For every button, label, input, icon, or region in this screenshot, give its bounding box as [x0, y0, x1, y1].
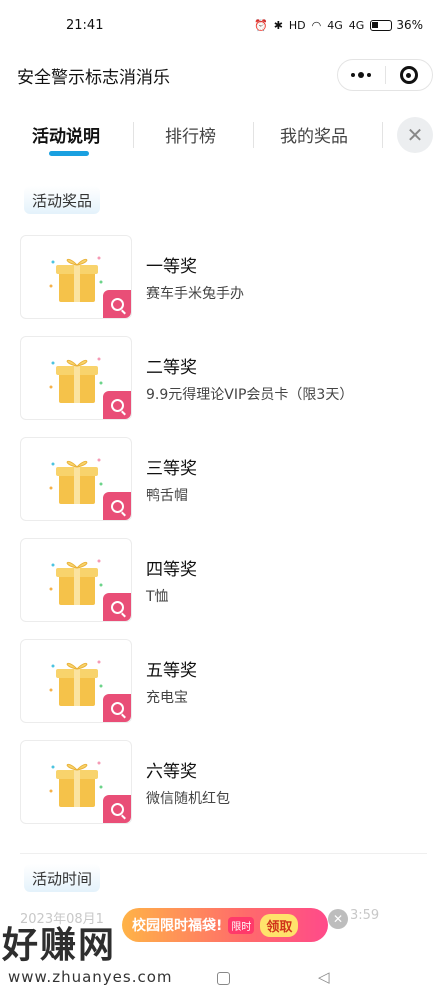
signal-2-label: 4G	[348, 18, 365, 32]
title-bar: 安全警示标志消消乐	[0, 50, 447, 100]
gift-box-icon	[49, 559, 103, 605]
prize-image[interactable]	[20, 235, 132, 319]
zoom-badge[interactable]	[103, 391, 131, 419]
prize-name: 鸭舌帽	[146, 487, 188, 504]
activity-time-end: 3:59	[350, 908, 380, 923]
status-icons: ⏰ ✱ HD ◠ 4G 4G 36%	[254, 18, 423, 32]
magnifier-icon	[110, 802, 124, 816]
close-button[interactable]: ✕	[397, 117, 433, 153]
signal-1-label: 4G	[327, 18, 343, 32]
zoom-badge[interactable]	[103, 593, 131, 621]
prize-name: T恤	[146, 588, 169, 605]
magnifier-icon	[110, 297, 124, 311]
tab-separator	[253, 122, 254, 148]
more-dots-icon	[351, 72, 372, 78]
gift-box-icon	[49, 357, 103, 403]
zoom-badge[interactable]	[103, 290, 131, 318]
prize-name: 充电宝	[146, 689, 188, 706]
prize-level: 三等奖	[146, 458, 197, 479]
prize-text: 一等奖 赛车手米兔手办	[146, 252, 244, 303]
prize-name: 微信随机红包	[146, 790, 230, 807]
status-time: 21:41	[66, 17, 104, 33]
battery-icon	[370, 19, 393, 31]
zoom-badge[interactable]	[103, 694, 131, 722]
prize-image[interactable]	[20, 740, 132, 824]
zoom-badge[interactable]	[103, 795, 131, 823]
battery-percent: 36%	[396, 18, 423, 32]
prize-text: 二等奖 9.9元得理论VIP会员卡（限3天）	[146, 353, 353, 404]
status-bar: 21:41 ⏰ ✱ HD ◠ 4G 4G 36%	[0, 0, 447, 50]
prize-image[interactable]	[20, 336, 132, 420]
gift-box-icon	[49, 660, 103, 706]
prize-text: 六等奖 微信随机红包	[146, 757, 230, 808]
magnifier-icon	[110, 398, 124, 412]
magnifier-icon	[110, 600, 124, 614]
section-divider	[20, 853, 427, 854]
prize-name: 9.9元得理论VIP会员卡（限3天）	[146, 386, 354, 403]
hd-label: HD	[288, 18, 306, 32]
active-tab-indicator	[49, 151, 89, 156]
gift-box-icon	[49, 761, 103, 807]
section-title-prizes: 活动奖品	[24, 186, 101, 214]
tab-separator	[382, 122, 383, 148]
alarm-icon: ⏰	[253, 18, 268, 32]
prize-level: 四等奖	[146, 559, 197, 580]
exit-button[interactable]	[386, 60, 433, 90]
prize-name: 赛车手米兔手办	[146, 285, 244, 302]
wifi-icon: ◠	[311, 18, 322, 32]
prize-text: 四等奖 T恤	[146, 555, 197, 606]
bluetooth-icon: ✱	[273, 18, 283, 32]
prize-text: 五等奖 充电宝	[146, 656, 197, 707]
promo-text: 校园限时福袋!	[132, 918, 223, 934]
prize-level: 六等奖	[146, 761, 197, 782]
recent-apps-icon[interactable]	[217, 972, 230, 985]
prize-item: 二等奖 9.9元得理论VIP会员卡（限3天）	[20, 335, 430, 421]
prize-item: 六等奖 微信随机红包	[20, 739, 430, 825]
promo-close-button[interactable]: ✕	[328, 909, 348, 929]
tab-my-prizes[interactable]: 我的奖品	[280, 122, 348, 147]
promo-claim-button[interactable]: 领取	[260, 913, 299, 937]
prize-level: 一等奖	[146, 256, 197, 277]
close-icon: ✕	[406, 123, 424, 147]
prize-text: 三等奖 鸭舌帽	[146, 454, 197, 505]
tab-leaderboard[interactable]: 排行榜	[165, 122, 216, 147]
system-nav-bar: ◁	[0, 960, 447, 1000]
magnifier-icon	[110, 499, 124, 513]
mini-program-capsule	[337, 59, 433, 91]
tab-activity-info[interactable]: 活动说明	[32, 122, 100, 147]
gift-box-icon	[49, 458, 103, 504]
more-button[interactable]	[338, 60, 385, 90]
page-title: 安全警示标志消消乐	[17, 67, 170, 88]
prize-level: 五等奖	[146, 660, 197, 681]
zoom-badge[interactable]	[103, 492, 131, 520]
close-icon: ✕	[332, 912, 344, 926]
prize-level: 二等奖	[146, 357, 197, 378]
promo-banner[interactable]: 校园限时福袋! 限时 领取	[122, 908, 328, 942]
prize-item: 一等奖 赛车手米兔手办	[20, 234, 430, 320]
prize-image[interactable]	[20, 437, 132, 521]
promo-tag: 限时	[228, 916, 255, 934]
section-title-time: 活动时间	[24, 864, 101, 892]
target-icon	[399, 66, 418, 84]
prize-image[interactable]	[20, 639, 132, 723]
prize-item: 四等奖 T恤	[20, 537, 430, 623]
tab-separator	[133, 122, 134, 148]
prize-item: 五等奖 充电宝	[20, 638, 430, 724]
battery-indicator: 36%	[370, 18, 423, 32]
prize-image[interactable]	[20, 538, 132, 622]
gift-box-icon	[49, 256, 103, 302]
prize-item: 三等奖 鸭舌帽	[20, 436, 430, 522]
magnifier-icon	[110, 701, 124, 715]
tab-bar: 活动说明 排行榜 我的奖品	[0, 108, 447, 168]
back-icon[interactable]: ◁	[318, 968, 330, 986]
